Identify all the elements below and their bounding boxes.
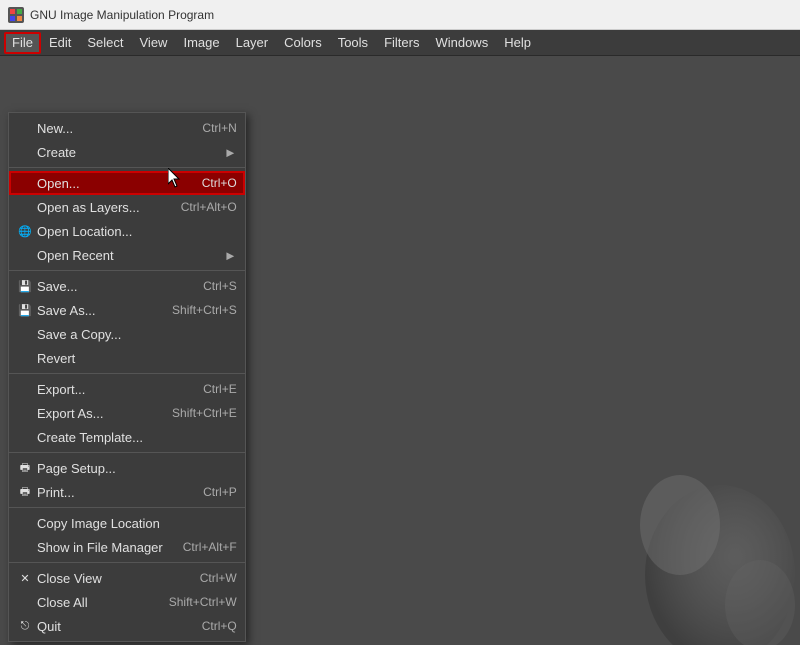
corner-decoration	[620, 445, 800, 645]
menu-group-close: ✕ Close View Ctrl+W Close All Shift+Ctrl…	[9, 563, 245, 641]
file-dropdown-menu: New... Ctrl+N Create ► Open... Ctrl+O Op…	[8, 112, 246, 642]
app-icon	[8, 7, 24, 23]
menu-group-open: Open... Ctrl+O Open as Layers... Ctrl+Al…	[9, 168, 245, 271]
page-setup-icon: 🖶	[17, 460, 33, 476]
menu-group-clipboard: Copy Image Location Show in File Manager…	[9, 508, 245, 563]
menu-item-open-recent[interactable]: Open Recent ►	[9, 243, 245, 267]
menu-group-export: Export... Ctrl+E Export As... Shift+Ctrl…	[9, 374, 245, 453]
menu-item-help[interactable]: Help	[496, 32, 539, 54]
menu-item-export[interactable]: Export... Ctrl+E	[9, 377, 245, 401]
menu-group-new: New... Ctrl+N Create ►	[9, 113, 245, 168]
quit-icon: ⎋	[17, 618, 33, 634]
menu-item-close-view[interactable]: ✕ Close View Ctrl+W	[9, 566, 245, 590]
menu-item-close-all[interactable]: Close All Shift+Ctrl+W	[9, 590, 245, 614]
menu-item-open-location[interactable]: 🌐 Open Location...	[9, 219, 245, 243]
menu-item-print[interactable]: 🖶 Print... Ctrl+P	[9, 480, 245, 504]
menu-item-revert[interactable]: Revert	[9, 346, 245, 370]
menu-item-view[interactable]: View	[132, 32, 176, 54]
menu-item-new[interactable]: New... Ctrl+N	[9, 116, 245, 140]
menu-item-create[interactable]: Create ►	[9, 140, 245, 164]
menu-item-image[interactable]: Image	[175, 32, 227, 54]
menu-item-copy-image-location[interactable]: Copy Image Location	[9, 511, 245, 535]
menu-item-tools[interactable]: Tools	[330, 32, 376, 54]
menu-item-show-in-file-manager[interactable]: Show in File Manager Ctrl+Alt+F	[9, 535, 245, 559]
close-view-icon: ✕	[17, 570, 33, 586]
menu-item-open-as-layers[interactable]: Open as Layers... Ctrl+Alt+O	[9, 195, 245, 219]
menu-item-select[interactable]: Select	[79, 32, 131, 54]
globe-icon: 🌐	[17, 223, 33, 239]
menu-item-export-as[interactable]: Export As... Shift+Ctrl+E	[9, 401, 245, 425]
main-area: New... Ctrl+N Create ► Open... Ctrl+O Op…	[0, 56, 800, 645]
menu-item-save-copy[interactable]: Save a Copy...	[9, 322, 245, 346]
menu-item-colors[interactable]: Colors	[276, 32, 330, 54]
title-bar: GNU Image Manipulation Program	[0, 0, 800, 30]
menu-group-print: 🖶 Page Setup... 🖶 Print... Ctrl+P	[9, 453, 245, 508]
menu-item-filters[interactable]: Filters	[376, 32, 427, 54]
save-icon: 💾	[17, 278, 33, 294]
menu-item-save-as[interactable]: 💾 Save As... Shift+Ctrl+S	[9, 298, 245, 322]
app-title: GNU Image Manipulation Program	[30, 8, 214, 22]
menu-item-create-template[interactable]: Create Template...	[9, 425, 245, 449]
menu-item-layer[interactable]: Layer	[228, 32, 277, 54]
menu-item-open[interactable]: Open... Ctrl+O	[9, 171, 245, 195]
menu-bar: File Edit Select View Image Layer Colors…	[0, 30, 800, 56]
menu-item-windows[interactable]: Windows	[427, 32, 496, 54]
menu-group-save: 💾 Save... Ctrl+S 💾 Save As... Shift+Ctrl…	[9, 271, 245, 374]
menu-item-save[interactable]: 💾 Save... Ctrl+S	[9, 274, 245, 298]
menu-item-quit[interactable]: ⎋ Quit Ctrl+Q	[9, 614, 245, 638]
menu-item-edit[interactable]: Edit	[41, 32, 79, 54]
save-as-icon: 💾	[17, 302, 33, 318]
menu-item-file[interactable]: File	[4, 32, 41, 54]
open-layers-icon	[17, 199, 33, 215]
menu-item-page-setup[interactable]: 🖶 Page Setup...	[9, 456, 245, 480]
print-icon: 🖶	[17, 484, 33, 500]
